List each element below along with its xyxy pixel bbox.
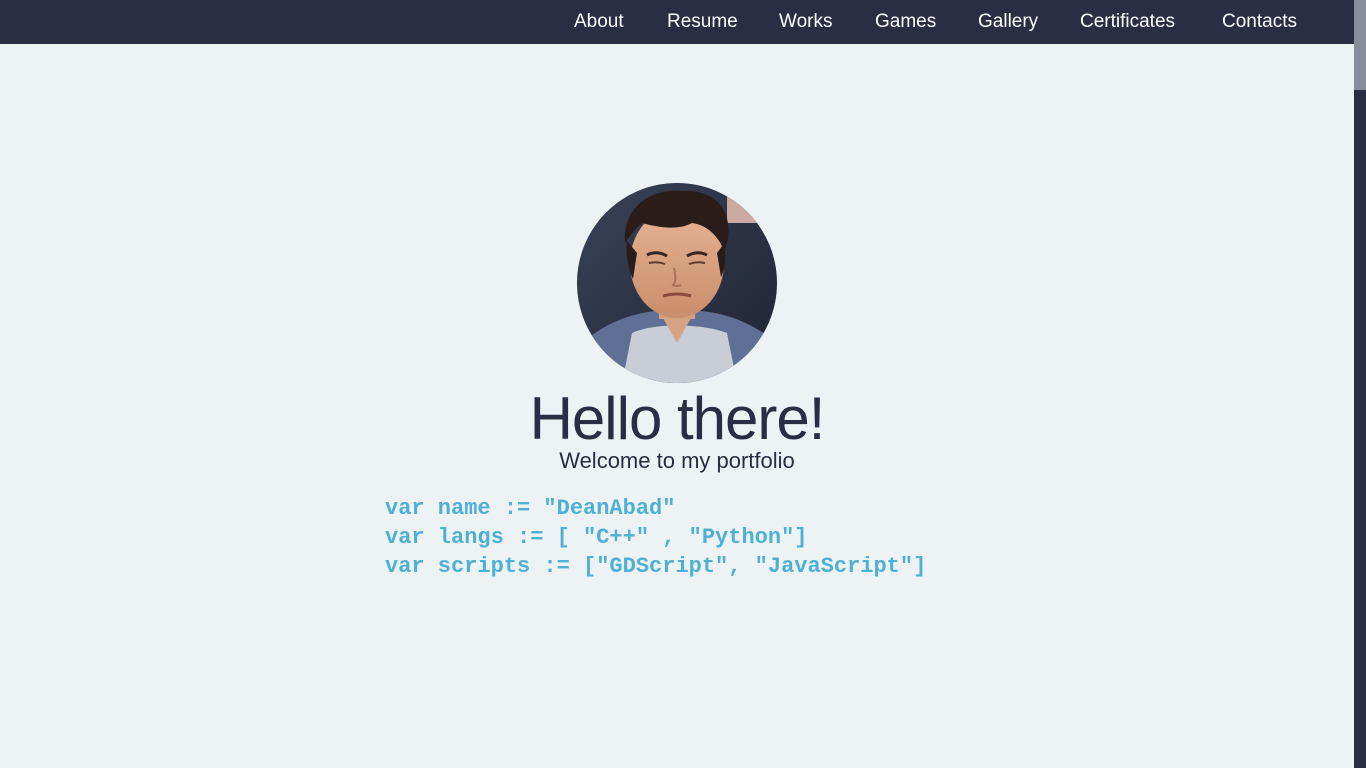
code-snippet: var name := "DeanAbad" var langs := [ "C+…	[385, 494, 926, 581]
nav-link-gallery[interactable]: Gallery	[978, 0, 1038, 44]
code-line-langs: var langs := [ "C++" , "Python"]	[385, 525, 808, 550]
nav-link-about[interactable]: About	[574, 0, 624, 44]
nav-link-contacts[interactable]: Contacts	[1222, 0, 1297, 44]
nav-link-resume[interactable]: Resume	[667, 0, 738, 44]
page-subtitle: Welcome to my portfolio	[559, 448, 795, 473]
top-navbar: About Resume Works Games Gallery Certifi…	[0, 0, 1354, 44]
scrollbar-thumb[interactable]	[1354, 0, 1366, 90]
page-scrollbar[interactable]	[1354, 0, 1366, 768]
code-line-scripts: var scripts := ["GDScript", "JavaScript"…	[385, 554, 927, 579]
nav-link-certificates[interactable]: Certificates	[1080, 0, 1175, 44]
code-line-name: var name := "DeanAbad"	[385, 496, 676, 521]
nav-link-games[interactable]: Games	[875, 0, 936, 44]
profile-photo-icon	[577, 183, 777, 383]
profile-avatar	[577, 183, 777, 383]
page-title: Hello there!	[529, 385, 826, 452]
nav-link-works[interactable]: Works	[779, 0, 832, 44]
